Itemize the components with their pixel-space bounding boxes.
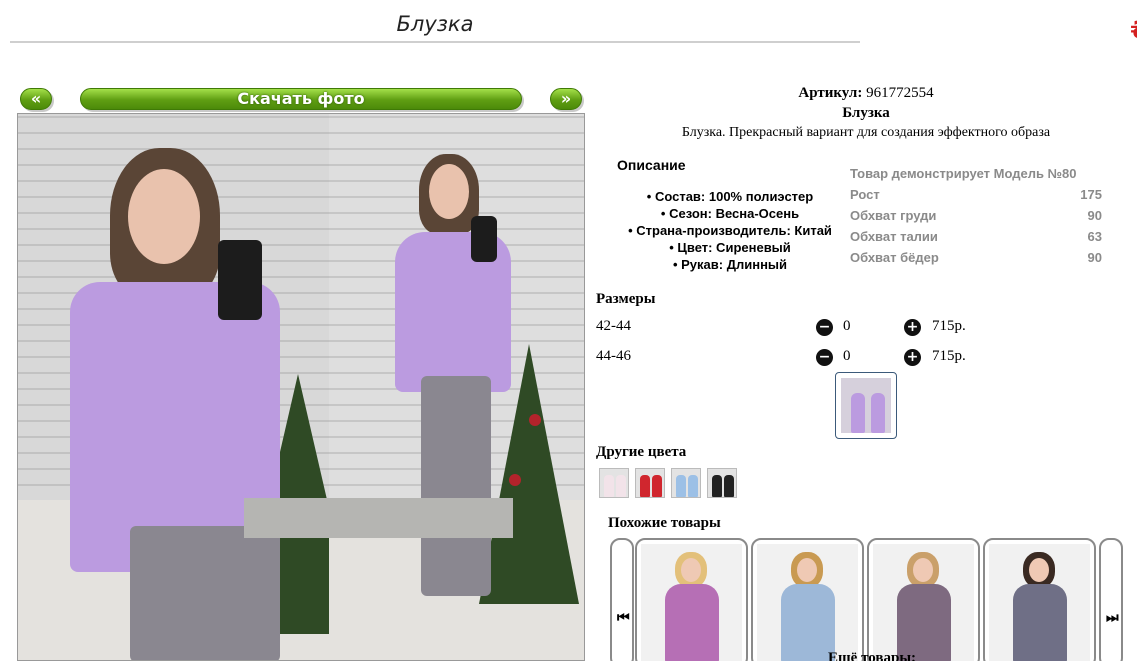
main-product-photo[interactable] xyxy=(17,113,585,661)
close-icon[interactable]: ₴ xyxy=(1130,16,1137,44)
model-measurements: Товар демонстрирует Модель №80 Рост 175 … xyxy=(850,163,1102,268)
similar-product-card[interactable] xyxy=(751,538,864,661)
size-price: 715р. xyxy=(932,318,966,334)
sizes-heading: Размеры xyxy=(596,291,656,307)
description-heading: Описание xyxy=(617,157,686,173)
height-label: Рост xyxy=(850,187,880,202)
description-item: Сезон: Весна-Осень xyxy=(612,205,848,222)
decrease-qty-button[interactable]: − xyxy=(816,349,833,366)
prev-photo-button[interactable]: « xyxy=(20,88,52,110)
model-row: Обхват груди 90 xyxy=(850,205,1102,226)
increase-qty-button[interactable]: + xyxy=(904,319,921,336)
size-row: 44-46 − 0 + 715р. xyxy=(596,348,976,368)
bust-label: Обхват груди xyxy=(850,208,937,223)
qty-value: 0 xyxy=(843,348,851,364)
size-row: 42-44 − 0 + 715р. xyxy=(596,318,976,338)
waist-label: Обхват талии xyxy=(850,229,938,244)
model-row: Обхват талии 63 xyxy=(850,226,1102,247)
photo-full-view xyxy=(329,114,584,660)
description-item: Рукав: Длинный xyxy=(612,256,848,273)
decrease-qty-button[interactable]: − xyxy=(816,319,833,336)
article-label: Артикул: xyxy=(798,85,863,101)
model-row: Рост 175 xyxy=(850,184,1102,205)
carousel-next-button[interactable]: ⏭ xyxy=(1099,538,1123,661)
article-number: Артикул: 961772554 xyxy=(596,85,1136,102)
qty-value: 0 xyxy=(843,318,851,334)
color-swatch[interactable] xyxy=(707,468,737,498)
similar-product-card[interactable] xyxy=(867,538,980,661)
skip-back-icon: ⏮ xyxy=(617,610,630,626)
model-caption: Товар демонстрирует Модель №80 xyxy=(850,166,1077,181)
skip-forward-icon: ⏭ xyxy=(1106,610,1119,626)
description-item: Страна-производитель: Китай xyxy=(612,222,848,239)
size-label: 44-46 xyxy=(596,348,631,364)
similar-product-card[interactable] xyxy=(983,538,1096,661)
description-list: Состав: 100% полиэстер Сезон: Весна-Осен… xyxy=(612,188,848,273)
other-colors-heading: Другие цвета xyxy=(596,444,687,460)
model-row: Товар демонстрирует Модель №80 xyxy=(850,163,1102,184)
waist-value: 63 xyxy=(1087,229,1102,244)
download-photo-button[interactable]: Скачать фото xyxy=(80,88,522,110)
height-value: 175 xyxy=(1080,187,1102,202)
more-goods-label: Ещё товары: xyxy=(828,650,917,661)
photo-thumbnail[interactable] xyxy=(835,372,897,439)
bust-value: 90 xyxy=(1087,208,1102,223)
description-item: Состав: 100% полиэстер xyxy=(612,188,848,205)
product-description: Блузка. Прекрасный вариант для создания … xyxy=(681,125,1051,140)
color-swatch[interactable] xyxy=(635,468,665,498)
similar-goods-heading: Похожие товары xyxy=(608,515,721,531)
description-item: Цвет: Сиреневый xyxy=(612,239,848,256)
product-name: Блузка xyxy=(842,105,890,121)
similar-product-card[interactable] xyxy=(635,538,748,661)
next-photo-button[interactable]: » xyxy=(550,88,582,110)
increase-qty-button[interactable]: + xyxy=(904,349,921,366)
page-title: Блузка xyxy=(10,12,860,43)
size-price: 715р. xyxy=(932,348,966,364)
hips-value: 90 xyxy=(1087,250,1102,265)
color-swatch[interactable] xyxy=(599,468,629,498)
hips-label: Обхват бёдер xyxy=(850,250,939,265)
size-label: 42-44 xyxy=(596,318,631,334)
article-value: 961772554 xyxy=(866,85,934,101)
model-row: Обхват бёдер 90 xyxy=(850,247,1102,268)
photo-front-view xyxy=(18,114,329,660)
color-swatch[interactable] xyxy=(671,468,701,498)
carousel-prev-button[interactable]: ⏮ xyxy=(610,538,634,661)
